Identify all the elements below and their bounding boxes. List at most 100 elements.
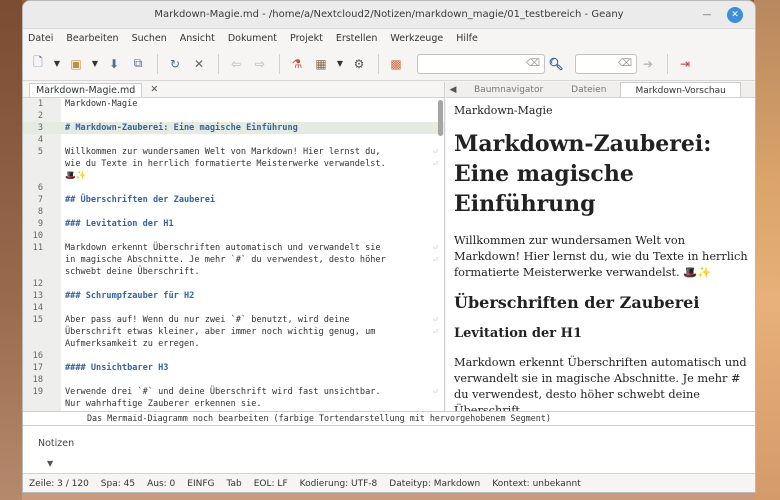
markdown-preview: Markdown-Magie Markdown-Zauberei: Eine m… xyxy=(446,98,755,411)
code-line[interactable]: 7 ## Überschriften der Zauberei xyxy=(23,194,444,206)
code-line[interactable]: Nur wahrhaftige Zauberer erkennen sie. xyxy=(23,398,444,410)
sidebar-tabs: ◀ Baumnavigator Dateien Markdown-Vorscha… xyxy=(446,82,755,98)
tab-notizen[interactable]: Notizen xyxy=(38,438,74,449)
tab-markdown-magie[interactable]: Markdown-Magie.md xyxy=(29,82,143,97)
window-title: Markdown-Magie.md - /home/a/Nextcloud2/N… xyxy=(154,9,624,20)
code-line[interactable]: 3 # Markdown-Zauberei: Eine magische Einf… xyxy=(23,122,444,134)
execute-gear-icon[interactable]: ⚙ xyxy=(348,53,370,75)
sidebar-prev-icon[interactable]: ◀ xyxy=(446,82,460,97)
code-editor[interactable]: 1 Markdown-Magie 2 3 # Markdown-Zauberei: Ei… xyxy=(23,98,444,411)
code-line[interactable]: 8 xyxy=(23,206,444,218)
code-line[interactable]: 17 #### Unsichtbarer H3 xyxy=(23,362,444,374)
code-line[interactable]: 11 Markdown erkennt Überschriften automat… xyxy=(23,242,444,254)
save-all-icon[interactable]: ⧉ xyxy=(127,53,149,75)
preview-paragraph: Willkommen zur wundersamen Welt von Mark… xyxy=(454,234,748,279)
line-number: 19 xyxy=(32,387,43,397)
line-number: 8 xyxy=(37,207,43,217)
tab-close-icon[interactable]: ✕ xyxy=(150,84,158,95)
toolbar-separator xyxy=(157,53,158,74)
code-line[interactable]: 🎩✨ xyxy=(23,170,444,182)
open-folder-icon[interactable]: ▣ xyxy=(65,53,87,75)
build-icon[interactable]: ▦ xyxy=(310,53,332,75)
quit-icon[interactable]: ⇥ xyxy=(674,53,696,75)
code-line[interactable]: 13 ### Schrumpfzauber für H2 xyxy=(23,290,444,302)
minimize-icon[interactable]: — xyxy=(699,7,715,23)
code-text: Willkommen zur wundersamen Welt von Mark… xyxy=(65,147,381,157)
search-icon[interactable]: 🔍︎ xyxy=(545,53,567,75)
save-icon[interactable]: ⬇ xyxy=(103,53,125,75)
clear-search-icon[interactable]: ⌫ xyxy=(526,58,540,69)
tab-markdown-vorschau[interactable]: Markdown-Vorschau xyxy=(620,82,741,97)
code-line[interactable]: 14 xyxy=(23,302,444,314)
code-line[interactable]: schwebt deine Überschrift. xyxy=(23,266,444,278)
menu-ansicht[interactable]: Ansicht xyxy=(180,33,215,44)
code-text: Überschrift etwas kleiner, aber immer no… xyxy=(65,327,376,337)
menu-erstellen[interactable]: Erstellen xyxy=(336,33,378,44)
clear-goto-icon[interactable]: ⌫ xyxy=(618,58,632,69)
code-line[interactable]: 6 xyxy=(23,182,444,194)
menu-projekt[interactable]: Projekt xyxy=(290,33,323,44)
status-filetype: Dateityp: Markdown xyxy=(389,479,481,489)
compile-icon[interactable]: ⚗ xyxy=(286,53,308,75)
wrap-indicator-icon: ⏎ xyxy=(433,147,438,156)
line-number: 18 xyxy=(32,375,43,385)
code-text: ## Überschriften der Zauberei xyxy=(65,195,216,205)
line-number: 15 xyxy=(32,315,43,325)
new-file-icon[interactable]: 🗋 xyxy=(27,53,49,75)
code-line[interactable]: 2 xyxy=(23,110,444,122)
open-dropdown-icon[interactable]: ▼ xyxy=(89,53,101,75)
code-line[interactable]: 18 xyxy=(23,374,444,386)
wrap-indicator-icon: ⏎ xyxy=(433,159,438,168)
main-area: Markdown-Magie.md ✕ 1 Markdown-Magie 2 3 # M… xyxy=(23,82,755,411)
code-line[interactable]: 16 xyxy=(23,350,444,362)
code-line[interactable]: 15 Aber pass auf! Wenn du nur zwei `#` be… xyxy=(23,314,444,326)
build-dropdown-icon[interactable]: ▼ xyxy=(334,53,346,75)
code-line[interactable]: Aufmerksamkeit zu erregen. xyxy=(23,338,444,350)
menu-dokument[interactable]: Dokument xyxy=(228,33,277,44)
line-number: 1 xyxy=(37,99,43,109)
desktop-background-left xyxy=(0,0,22,500)
color-chooser-icon[interactable]: ▩ xyxy=(385,53,407,75)
code-text: Verwende drei `#` und deine Überschrift … xyxy=(65,387,381,397)
tab-dateien[interactable]: Dateien xyxy=(557,82,620,97)
code-text: 🎩✨ xyxy=(65,171,87,181)
code-line[interactable]: 4 xyxy=(23,134,444,146)
jump-to-line-icon[interactable]: ➔ xyxy=(637,53,659,75)
menu-werkzeuge[interactable]: Werkzeuge xyxy=(390,33,443,44)
tab-baumnavigator[interactable]: Baumnavigator xyxy=(460,82,557,97)
code-line[interactable]: 10 xyxy=(23,230,444,242)
menu-suchen[interactable]: Suchen xyxy=(132,33,167,44)
menu-bearbeiten[interactable]: Bearbeiten xyxy=(66,33,118,44)
chevron-down-icon[interactable]: ▼ xyxy=(47,459,53,468)
line-number: 7 xyxy=(37,195,43,205)
wrap-indicator-icon: ⏎ xyxy=(433,327,438,336)
back-icon[interactable]: ⇦ xyxy=(225,53,247,75)
status-selection: Aus: 0 xyxy=(147,479,176,489)
code-line[interactable]: in magische Abschnitte. Je mehr `#` du v… xyxy=(23,254,444,266)
search-input[interactable]: ⌫ xyxy=(417,53,545,74)
status-bar: Zeile: 3 / 120 Spa: 45 Aus: 0 EINFG Tab … xyxy=(23,473,755,492)
code-text: Markdown-Magie xyxy=(65,99,138,109)
status-encoding: Kodierung: UTF-8 xyxy=(299,479,378,489)
new-file-dropdown-icon[interactable]: ▼ xyxy=(51,53,63,75)
menu-hilfe[interactable]: Hilfe xyxy=(456,33,478,44)
status-eol: EOL: LF xyxy=(253,479,288,489)
code-text: schwebt deine Überschrift. xyxy=(65,267,200,277)
sidebar-panel: ◀ Baumnavigator Dateien Markdown-Vorscha… xyxy=(446,82,755,411)
code-line[interactable]: 5 Willkommen zur wundersamen Welt von Mar… xyxy=(23,146,444,158)
code-line[interactable]: wie du Texte in herrlich formatierte Mei… xyxy=(23,158,444,170)
editor-scrollbar[interactable] xyxy=(438,100,443,136)
reload-icon[interactable]: ↻ xyxy=(164,53,186,75)
status-mode: EINFG xyxy=(187,479,215,489)
menu-datei[interactable]: Datei xyxy=(28,33,53,44)
code-line[interactable]: 12 xyxy=(23,278,444,290)
code-line[interactable]: Überschrift etwas kleiner, aber immer no… xyxy=(23,326,444,338)
close-icon[interactable]: ✕ xyxy=(727,7,743,23)
goto-line-input[interactable]: ⌫ xyxy=(575,53,637,74)
close-file-icon[interactable]: ✕ xyxy=(188,53,210,75)
forward-icon[interactable]: ⇨ xyxy=(249,53,271,75)
line-number: 12 xyxy=(32,279,43,289)
code-line[interactable]: 1 Markdown-Magie xyxy=(23,98,444,110)
code-line[interactable]: 19 Verwende drei `#` und deine Überschrif… xyxy=(23,386,444,398)
code-line[interactable]: 9 ### Levitation der H1 xyxy=(23,218,444,230)
